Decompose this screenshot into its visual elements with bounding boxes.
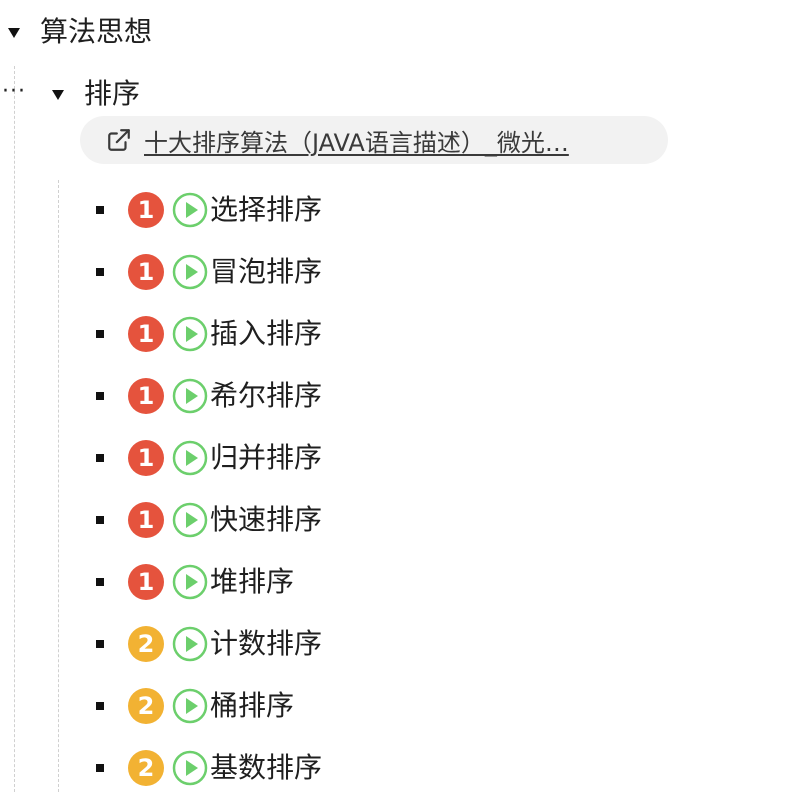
- priority-badge-icon: 1: [128, 316, 164, 352]
- priority-badge-icon: 1: [128, 564, 164, 600]
- list-item-label: 插入排序: [210, 317, 323, 350]
- list-item[interactable]: 1 选择排序: [96, 188, 322, 232]
- list-item[interactable]: 1 快速排序: [96, 498, 322, 542]
- bullet-icon: [96, 702, 104, 710]
- list-item-label: 希尔排序: [210, 379, 323, 412]
- list-item[interactable]: 1 希尔排序: [96, 374, 322, 418]
- play-icon[interactable]: [172, 440, 208, 476]
- external-link-icon: [108, 129, 130, 151]
- bullet-icon: [96, 206, 104, 214]
- bullet-icon: [96, 764, 104, 772]
- root-node-title[interactable]: 算法思想: [40, 14, 152, 50]
- list-item[interactable]: 1 归并排序: [96, 436, 322, 480]
- priority-badge-icon: 2: [128, 688, 164, 724]
- list-item-label: 基数排序: [210, 751, 323, 784]
- child-node-title[interactable]: 排序: [84, 76, 140, 112]
- play-icon[interactable]: [172, 316, 208, 352]
- play-icon[interactable]: [172, 254, 208, 290]
- child-guide-line: [58, 180, 59, 792]
- priority-badge-icon: 1: [128, 378, 164, 414]
- priority-badge-icon: 1: [128, 502, 164, 538]
- list-item[interactable]: 2 基数排序: [96, 746, 322, 790]
- list-item-label: 归并排序: [210, 441, 323, 474]
- list-item[interactable]: 2 桶排序: [96, 684, 294, 728]
- bullet-icon: [96, 454, 104, 462]
- list-item-label: 快速排序: [210, 503, 323, 536]
- list-item-label: 冒泡排序: [210, 255, 323, 288]
- priority-badge-icon: 1: [128, 254, 164, 290]
- list-item[interactable]: 1 堆排序: [96, 560, 294, 604]
- priority-badge-icon: 1: [128, 192, 164, 228]
- list-item[interactable]: 2 计数排序: [96, 622, 322, 666]
- collapse-root-toggle[interactable]: [8, 28, 20, 38]
- play-icon[interactable]: [172, 192, 208, 228]
- reference-link-text[interactable]: 十大排序算法（JAVA语言描述）_微光…: [144, 123, 569, 158]
- root-guide-line: [14, 66, 15, 792]
- more-options-button[interactable]: ···: [2, 81, 26, 103]
- bullet-icon: [96, 330, 104, 338]
- bullet-icon: [96, 578, 104, 586]
- play-icon[interactable]: [172, 564, 208, 600]
- play-icon[interactable]: [172, 626, 208, 662]
- mindmap-outline: 算法思想 ··· 排序 十大排序算法（JAVA语言描述）_微光… 1 选择排序 1 冒…: [0, 0, 808, 792]
- list-item-label: 计数排序: [210, 627, 323, 660]
- collapse-child-toggle[interactable]: [52, 90, 64, 100]
- play-icon[interactable]: [172, 688, 208, 724]
- play-icon[interactable]: [172, 378, 208, 414]
- priority-badge-icon: 1: [128, 440, 164, 476]
- bullet-icon: [96, 268, 104, 276]
- priority-badge-icon: 2: [128, 750, 164, 786]
- list-item[interactable]: 1 插入排序: [96, 312, 322, 356]
- list-item-label: 桶排序: [210, 689, 295, 722]
- play-icon[interactable]: [172, 750, 208, 786]
- list-item[interactable]: 1 冒泡排序: [96, 250, 322, 294]
- bullet-icon: [96, 516, 104, 524]
- list-item-label: 堆排序: [210, 565, 295, 598]
- bullet-icon: [96, 640, 104, 648]
- list-item-label: 选择排序: [210, 193, 323, 226]
- bullet-icon: [96, 392, 104, 400]
- reference-link[interactable]: 十大排序算法（JAVA语言描述）_微光…: [80, 116, 668, 164]
- play-icon[interactable]: [172, 502, 208, 538]
- priority-badge-icon: 2: [128, 626, 164, 662]
